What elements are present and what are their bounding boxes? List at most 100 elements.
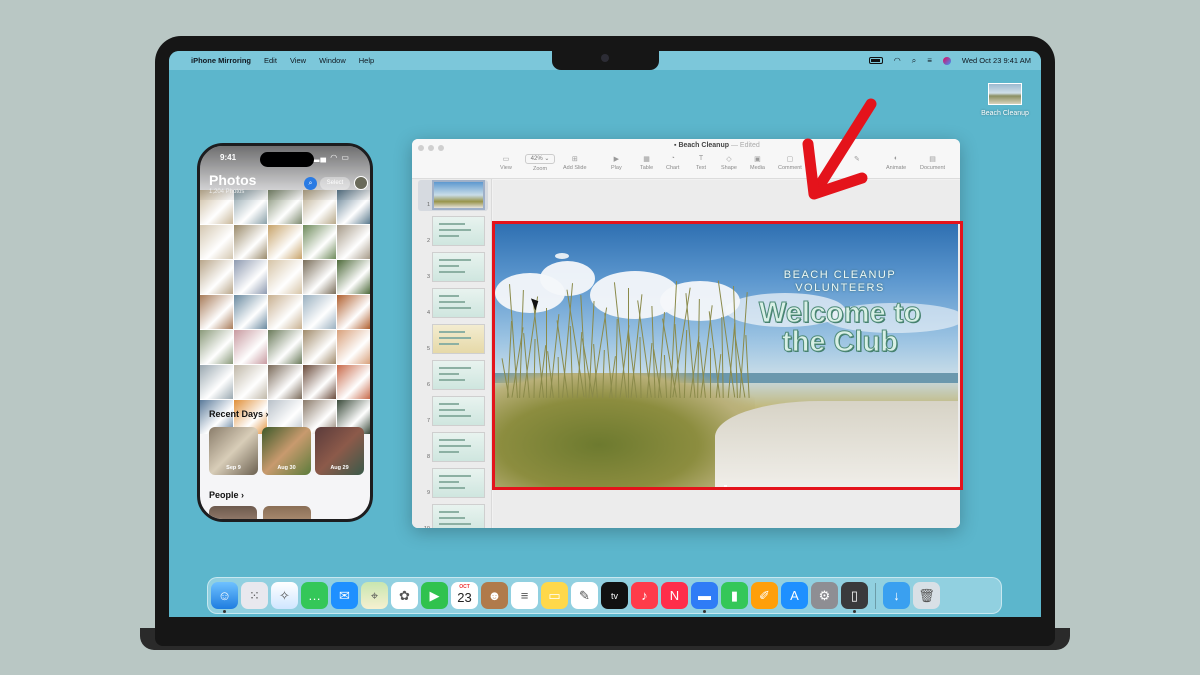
slide-thumbnail-8[interactable]: 8 xyxy=(418,432,488,463)
photo-thumbnail[interactable] xyxy=(234,225,268,259)
photo-thumbnail[interactable] xyxy=(302,365,336,399)
notes-icon[interactable]: ▭ xyxy=(541,582,568,609)
menu-view[interactable]: View xyxy=(290,56,306,65)
slide-thumbnail-4[interactable]: 4 xyxy=(418,288,488,319)
recent-days-header[interactable]: Recent Days › xyxy=(209,409,269,419)
contacts-icon[interactable]: ☻ xyxy=(481,582,508,609)
slide-number: 2 xyxy=(426,238,430,244)
slide-thumbnail-7[interactable]: 7 xyxy=(418,396,488,427)
person-card[interactable] xyxy=(263,506,311,519)
document-title: ▪ Beach Cleanup — Edited xyxy=(674,142,760,149)
photo-thumbnail[interactable] xyxy=(200,365,234,399)
maps-icon[interactable]: ⌖ xyxy=(361,582,388,609)
slide-thumbnail-2[interactable]: 2 xyxy=(418,216,488,247)
photo-thumbnail[interactable] xyxy=(268,365,302,399)
photo-thumbnail[interactable] xyxy=(200,330,234,364)
toolbar-media[interactable]: ▣ Media xyxy=(750,155,765,171)
photo-thumbnail[interactable] xyxy=(200,295,234,329)
toolbar-chart[interactable]: ◔ Chart xyxy=(666,155,679,171)
photo-thumbnail[interactable] xyxy=(302,260,336,294)
battery-icon[interactable] xyxy=(868,57,883,64)
recent-day-label: Sep 9 xyxy=(226,465,241,471)
photo-thumbnail[interactable] xyxy=(302,225,336,259)
system-settings-icon[interactable]: ⚙ xyxy=(811,582,838,609)
slide-number: 4 xyxy=(426,310,430,316)
tv-icon[interactable]: tv xyxy=(601,582,628,609)
safari-icon[interactable]: ✧ xyxy=(271,582,298,609)
slide-thumbnail-1[interactable]: 1 xyxy=(418,180,488,211)
reminders-icon[interactable]: ≡ xyxy=(511,582,538,609)
iphone-mirroring-window[interactable]: 9:41 ▂▄ ◠ ▭ Photos 1,204 Photos ⌕ Select… xyxy=(197,143,373,522)
photo-thumbnail[interactable] xyxy=(234,260,268,294)
finder-icon[interactable]: ☺ xyxy=(211,582,238,613)
facetime-icon[interactable]: ▶ xyxy=(421,582,448,609)
toolbar-text[interactable]: T Text xyxy=(696,155,706,171)
menu-edit[interactable]: Edit xyxy=(264,56,277,65)
search-icon[interactable]: ⌕ xyxy=(304,177,317,190)
photo-thumbnail[interactable] xyxy=(336,330,370,364)
calendar-icon[interactable]: OCT 23 xyxy=(451,582,478,609)
photo-thumbnail[interactable] xyxy=(268,225,302,259)
photo-thumbnail[interactable] xyxy=(302,330,336,364)
recent-day-card[interactable]: Sep 9 xyxy=(209,427,258,475)
slide-thumbnail-9[interactable]: 9 xyxy=(418,468,488,499)
trash-icon[interactable]: 🗑 xyxy=(913,582,940,609)
control-center-icon[interactable]: ≡ xyxy=(927,56,932,65)
photo-thumbnail[interactable] xyxy=(234,365,268,399)
photo-thumbnail[interactable] xyxy=(268,330,302,364)
photo-thumbnail[interactable] xyxy=(336,295,370,329)
photo-thumbnail[interactable] xyxy=(302,295,336,329)
window-controls[interactable] xyxy=(418,145,444,151)
menu-clock[interactable]: Wed Oct 23 9:41 AM xyxy=(962,56,1031,65)
menu-window[interactable]: Window xyxy=(319,56,346,65)
slide-thumbnail-3[interactable]: 3 xyxy=(418,252,488,283)
recent-day-card[interactable]: Aug 29 xyxy=(315,427,364,475)
slide-thumbnail-5[interactable]: 5 xyxy=(418,324,488,355)
slide-thumbnail-6[interactable]: 6 xyxy=(418,360,488,391)
toolbar-play[interactable]: ▶ Play xyxy=(611,155,622,171)
slide-preview xyxy=(432,216,485,246)
app-store-icon[interactable]: A xyxy=(781,582,808,609)
siri-icon[interactable] xyxy=(942,56,951,65)
mail-icon[interactable]: ✉ xyxy=(331,582,358,609)
downloads-icon[interactable]: ↓ xyxy=(883,582,910,609)
avatar[interactable] xyxy=(354,176,368,190)
pages-icon[interactable]: ✐ xyxy=(751,582,778,609)
photo-thumbnail[interactable] xyxy=(336,260,370,294)
select-button[interactable]: Select xyxy=(320,177,350,190)
menu-app-name[interactable]: iPhone Mirroring xyxy=(191,56,251,65)
toolbar-document[interactable]: ▤ Document xyxy=(920,155,945,171)
photo-thumbnail[interactable] xyxy=(234,330,268,364)
photo-thumbnail[interactable] xyxy=(234,295,268,329)
menu-help[interactable]: Help xyxy=(359,56,374,65)
people-header[interactable]: People › xyxy=(209,490,244,500)
toolbar-shape[interactable]: ◇ Shape xyxy=(721,155,737,171)
photo-thumbnail[interactable] xyxy=(336,365,370,399)
freeform-icon[interactable]: ✎ xyxy=(571,582,598,609)
music-icon[interactable]: ♪ xyxy=(631,582,658,609)
recent-day-card[interactable]: Aug 30 xyxy=(262,427,311,475)
news-icon[interactable]: N xyxy=(661,582,688,609)
numbers-icon[interactable]: ▮ xyxy=(721,582,748,609)
toolbar-table[interactable]: ▦ Table xyxy=(640,155,653,171)
wifi-icon[interactable]: ◠ xyxy=(894,56,901,65)
photo-thumbnail[interactable] xyxy=(268,295,302,329)
toolbar-view[interactable]: ▭ View xyxy=(500,155,512,171)
toolbar-animate[interactable]: ◐ Animate xyxy=(886,155,906,171)
slide-thumbnail-10[interactable]: 10 xyxy=(418,504,488,528)
launchpad-icon[interactable]: ⁙ xyxy=(241,582,268,609)
keynote-icon[interactable]: ▬ xyxy=(691,582,718,613)
running-indicator xyxy=(853,610,856,613)
spotlight-icon[interactable]: ⌕ xyxy=(912,56,916,66)
photo-thumbnail[interactable] xyxy=(200,260,234,294)
photo-thumbnail[interactable] xyxy=(200,225,234,259)
zoom-select[interactable]: 42% ⌄ xyxy=(525,154,555,164)
photos-icon[interactable]: ✿ xyxy=(391,582,418,609)
messages-icon[interactable]: … xyxy=(301,582,328,609)
desktop-file-beach-cleanup[interactable]: Beach Cleanup xyxy=(977,83,1033,117)
person-card[interactable] xyxy=(209,506,257,519)
photo-thumbnail[interactable] xyxy=(268,260,302,294)
toolbar-add-slide[interactable]: ⊞ Add Slide xyxy=(563,155,587,171)
photo-thumbnail[interactable] xyxy=(336,225,370,259)
iphone-mirroring-icon[interactable]: ▯ xyxy=(841,582,868,613)
